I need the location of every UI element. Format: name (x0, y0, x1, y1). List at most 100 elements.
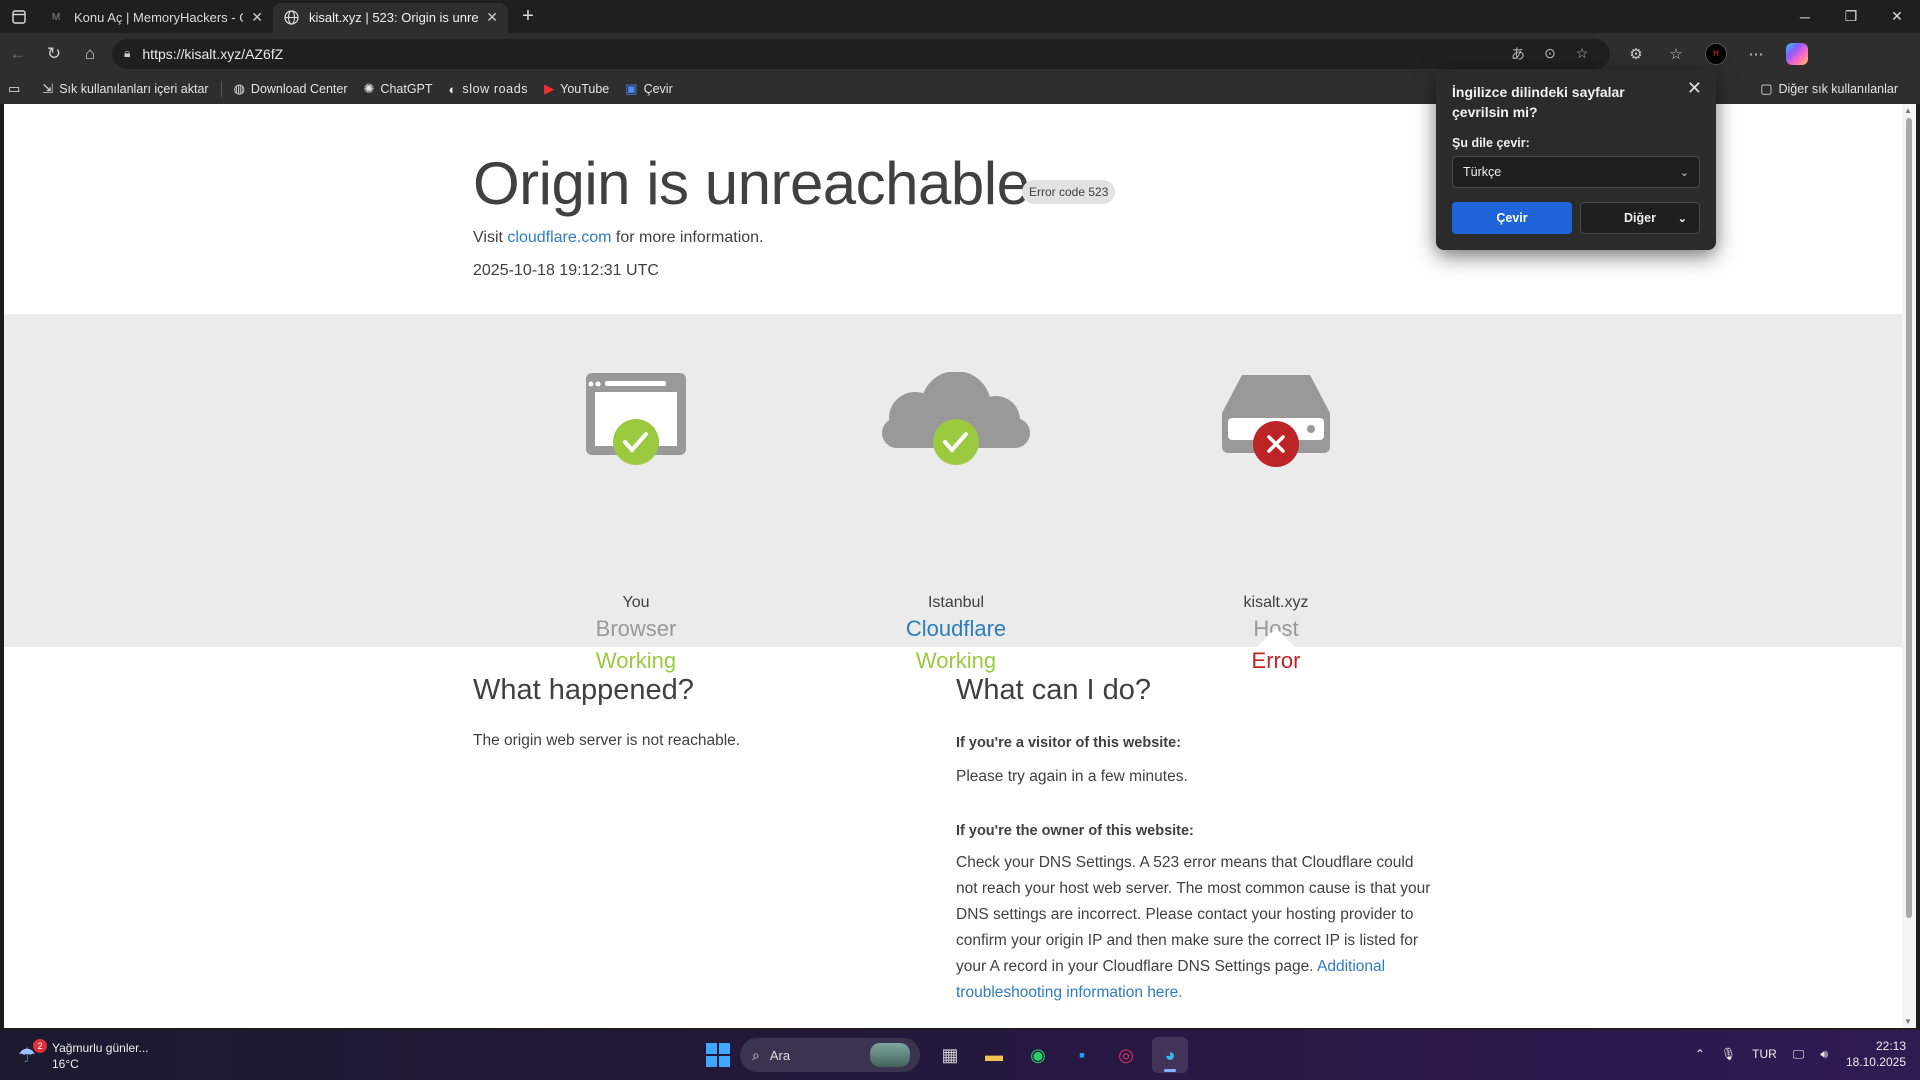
taskbar-search[interactable]: ⌕ Ara (740, 1038, 920, 1072)
language-select[interactable]: Türkçe ⌄ (1452, 156, 1700, 188)
slow-roads-icon: ◐ (448, 81, 457, 97)
tab-title: Konu Aç | MemoryHackers - Gam (74, 10, 243, 25)
navigation-bar: ← ↻ ⌂ 🔒︎ https://kisalt.xyz/AZ6fZ あ ⊙ ☆ … (0, 33, 1920, 74)
notification-badge: 2 (33, 1039, 47, 1053)
lock-icon[interactable]: 🔒︎ (124, 46, 130, 61)
import-icon: ⇲ (42, 81, 54, 96)
toolbar-right: ⚙ ☆ H ⋯ (1616, 38, 1808, 70)
search-icon: ⌕ (752, 1046, 760, 1063)
volume-icon[interactable]: 🔊︎ (1820, 1047, 1828, 1062)
close-window-icon[interactable]: ✕ (1874, 0, 1920, 33)
back-icon[interactable]: ← (0, 38, 36, 70)
chatgpt-icon: ✺ (363, 81, 375, 96)
file-explorer-icon[interactable]: ▬ (976, 1037, 1012, 1073)
translate-button[interactable]: Çevir (1452, 202, 1572, 234)
more-page-icon[interactable]: ⊙ (1534, 45, 1566, 62)
visitor-heading: If you're a visitor of this website: (956, 735, 1182, 751)
profile-avatar[interactable]: H (1705, 42, 1727, 65)
node-status: Working (595, 648, 677, 673)
weather-widget[interactable]: ☂ 2 Yağmurlu günler... 16°C (18, 1039, 149, 1072)
instagram-icon[interactable]: ◎ (1108, 1037, 1144, 1073)
tab-close-icon[interactable]: ✕ (251, 9, 263, 26)
status-band: You Browser Working Istanbul Cloudflare … (4, 314, 1902, 673)
favorite-star-icon[interactable]: ☆ (1566, 45, 1598, 62)
tab-actions-button[interactable] (0, 0, 38, 33)
windows-start-icon[interactable] (700, 1037, 736, 1073)
rain-cloud-icon: ☂ 2 (18, 1039, 47, 1069)
timestamp: 2025-10-18 19:12:31 UTC (473, 262, 659, 279)
what-can-i-do-section: What can I do? (956, 674, 1151, 707)
error-code-badge: Error code 523 (1022, 180, 1116, 204)
node-role[interactable]: Cloudflare (796, 616, 1116, 642)
what-happened-text: The origin web server is not reachable. (473, 732, 741, 749)
owner-text: Check your DNS Settings. A 523 error mea… (956, 854, 1431, 1001)
bookmark-cevir[interactable]: ▣ Çevir (617, 76, 680, 102)
node-place: You (622, 594, 650, 611)
scroll-thumb[interactable] (1906, 118, 1912, 918)
twitter-icon[interactable]: ▪ (1064, 1037, 1100, 1073)
bookmark-chatgpt[interactable]: ✺ ChatGPT (356, 76, 441, 102)
task-view-icon[interactable]: ▦ (932, 1037, 968, 1073)
folder-icon: ▢ (1760, 81, 1773, 96)
youtube-icon: ▶ (544, 81, 555, 96)
system-tray: ⌃ 🎙︎ TUR 🖵︎ 🔊︎ 22:13 18.10.2025 (1687, 1038, 1906, 1070)
bookmark-youtube[interactable]: ▶ YouTube (536, 76, 617, 102)
favorites-icon[interactable]: ☆ (1656, 38, 1696, 70)
windows-taskbar: ☂ 2 Yağmurlu günler... 16°C ⌕ Ara ▦ ▬ ◉ ▪… (0, 1030, 1920, 1080)
restore-icon[interactable]: ❐ (1828, 0, 1874, 33)
tab-close-icon[interactable]: ✕ (486, 9, 498, 26)
menu-dots-icon[interactable]: ⋯ (1736, 38, 1776, 70)
chevron-up-icon[interactable]: ⌃ (1695, 1047, 1705, 1061)
tab-kisalt[interactable]: kisalt.xyz | 523: Origin is unreacha ✕ (273, 2, 508, 33)
popup-language-label: Şu dile çevir: (1452, 136, 1530, 150)
copilot-icon[interactable] (1786, 42, 1808, 65)
whatsapp-icon[interactable]: ◉ (1020, 1037, 1056, 1073)
owner-heading: If you're the owner of this website: (956, 823, 1194, 839)
popup-close-icon[interactable]: ✕ (1687, 78, 1702, 99)
globe-icon (283, 10, 299, 26)
minimize-icon[interactable]: ─ (1782, 0, 1828, 33)
scroll-up-icon[interactable]: ▲ (1904, 106, 1912, 115)
extensions-icon[interactable]: ⚙ (1616, 38, 1656, 70)
server-icon (1116, 372, 1436, 492)
url-text: https://kisalt.xyz/AZ6fZ (142, 45, 284, 62)
vertical-scrollbar[interactable]: ▲ ▼ (1902, 104, 1916, 1028)
chevron-down-icon: ⌄ (1677, 212, 1687, 225)
search-highlight-image (870, 1043, 910, 1067)
microphone-icon[interactable]: 🎙︎ (1721, 1047, 1736, 1061)
globe-icon: ◍ (233, 81, 245, 96)
what-happened-section: What happened? (473, 674, 694, 707)
bookmark-download-center[interactable]: ◍ Download Center (226, 76, 356, 102)
bookmark-import[interactable]: ⇲ Sık kullanılanları içeri aktar (34, 76, 216, 102)
google-translate-icon: ▣ (625, 81, 638, 96)
new-tab-button[interactable]: + (512, 3, 544, 31)
bookmarks-toggle-icon[interactable]: ▭ (0, 76, 34, 102)
tab-title: kisalt.xyz | 523: Origin is unreacha (309, 10, 479, 25)
popup-title: İngilizce dilindeki sayfalar çevrilsin m… (1452, 84, 1625, 120)
more-options-button[interactable]: Diğer ⌄ (1580, 202, 1700, 234)
cloud-icon (796, 371, 1116, 492)
node-place: kisalt.xyz (1243, 594, 1309, 611)
translate-icon[interactable]: あ (1502, 44, 1534, 64)
network-icon[interactable]: 🖵︎ (1793, 1047, 1805, 1062)
edge-icon[interactable]: ◕ (1152, 1037, 1188, 1073)
home-icon[interactable]: ⌂ (72, 38, 108, 70)
node-status: Working (915, 648, 997, 673)
refresh-icon[interactable]: ↻ (36, 38, 72, 70)
language-indicator[interactable]: TUR (1752, 1047, 1777, 1061)
bookmark-slow-roads[interactable]: ◐ slow roads (441, 76, 537, 102)
browser-icon (476, 372, 796, 492)
screen: M Konu Aç | MemoryHackers - Gam ✕ kisalt… (0, 0, 1920, 1080)
scroll-down-icon[interactable]: ▼ (1904, 1017, 1912, 1026)
tab-memoryhackers[interactable]: M Konu Aç | MemoryHackers - Gam ✕ (38, 3, 273, 33)
tab-actions-icon (12, 9, 26, 24)
page-title: Origin is unreachable (473, 150, 1030, 217)
chevron-down-icon: ⌄ (1679, 166, 1689, 179)
visitor-text: Please try again in a few minutes. (956, 768, 1188, 785)
cloudflare-link[interactable]: cloudflare.com (507, 229, 611, 246)
divider (220, 81, 222, 97)
window-controls: ─ ❐ ✕ (1782, 0, 1920, 33)
address-bar[interactable]: 🔒︎ https://kisalt.xyz/AZ6fZ あ ⊙ ☆ (112, 38, 1610, 69)
other-bookmarks[interactable]: ▢ Diğer sık kullanılanlar (1752, 76, 1906, 102)
clock[interactable]: 22:13 18.10.2025 (1846, 1038, 1906, 1070)
